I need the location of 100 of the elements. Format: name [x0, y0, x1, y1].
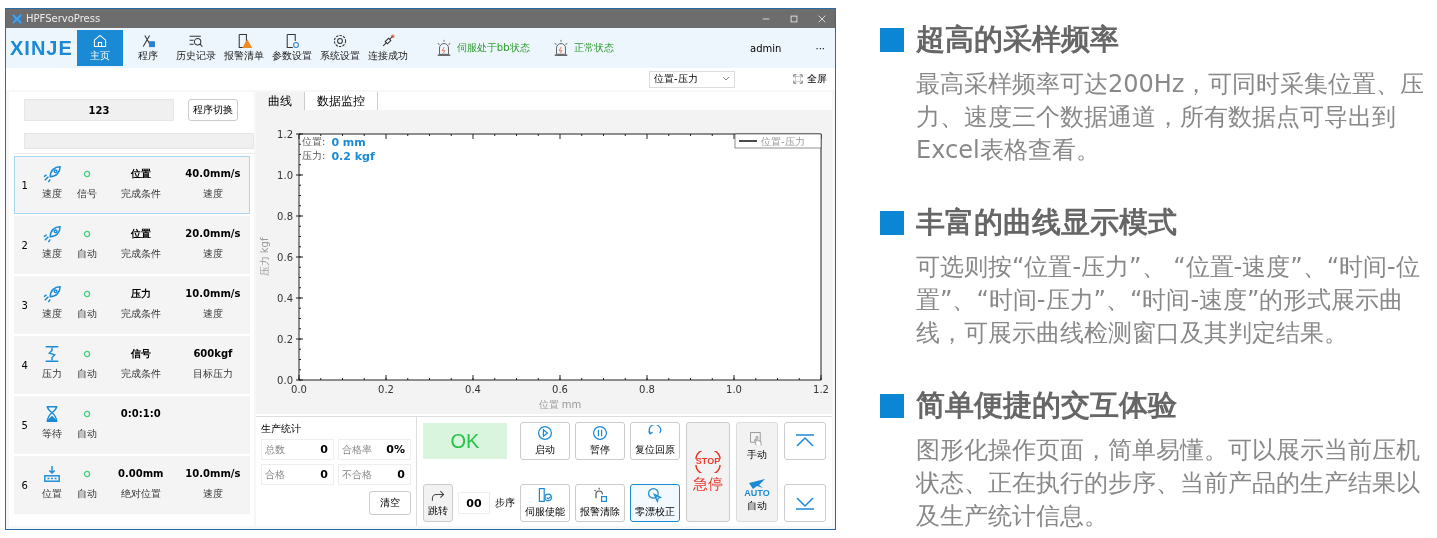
control-button[interactable]: 伺服使能: [520, 484, 570, 522]
chart-legend: 位置-压力: [734, 133, 822, 149]
step-parameter-value: 10.0mm/s: [185, 287, 241, 301]
user-name: admin: [750, 42, 782, 54]
readout-value: 0 mm: [331, 135, 366, 149]
square-bullet-icon: [880, 28, 904, 52]
fullscreen-icon[interactable]: [793, 74, 803, 84]
readout-value: 0.2 kgf: [331, 149, 375, 163]
step-number: 6: [20, 479, 29, 491]
step-type: 速度: [42, 247, 63, 261]
rocket-icon: [41, 165, 64, 183]
step-parameter-value: 40.0mm/s: [185, 167, 241, 181]
step-mode: 自动: [77, 307, 98, 321]
stat-cell: 合格 0: [261, 464, 334, 485]
scroll-bottom-button[interactable]: [784, 484, 826, 522]
step-type: 压力: [42, 367, 63, 381]
chevron-down-icon: [794, 496, 816, 510]
servo-check-icon: [537, 487, 553, 503]
step-condition-label: 完成条件: [120, 187, 161, 201]
control-button[interactable]: 暂停: [575, 422, 625, 460]
feature-description: 可选则按“位置-压力”、 “位置-速度”、“时间-位置”、“时间-压力”、“时间-速度”的形式展示曲线，可展示曲线检测窗口及其判定结果。: [916, 252, 1421, 349]
toolbar-button[interactable]: 主页: [76, 30, 123, 66]
program-switch-button[interactable]: 程序切换: [188, 99, 238, 121]
step-card[interactable]: 5 等待 自动 0:0:1:0: [14, 396, 250, 454]
jump-button[interactable]: 跳转: [423, 484, 453, 522]
step-card[interactable]: 2 速度 自动 位置 完成条件 20.0mm/s 速度: [14, 216, 250, 274]
step-condition-label: 绝对位置: [120, 487, 161, 501]
hand-touch-icon: [749, 430, 765, 447]
step-number: 1: [20, 179, 29, 191]
toolbar-button[interactable]: 系统设置: [316, 30, 363, 66]
curved-arrow-icon: [430, 488, 446, 504]
x-tick-label: 1.0: [726, 384, 742, 395]
rocket-icon: [41, 285, 64, 303]
control-button[interactable]: 复位回原: [630, 422, 680, 460]
stats-title: 生产统计: [261, 422, 302, 436]
step-condition-value: 0:0:1:0: [120, 407, 161, 421]
control-button[interactable]: 启动: [520, 422, 570, 460]
chevron-down-icon: [722, 76, 730, 82]
maximize-icon[interactable]: [789, 13, 799, 24]
stat-cell: 总数 0: [261, 439, 334, 460]
feature-description: 图形化操作页面，简单易懂。可以展示当前压机状态、正在执行的步序、当前产品的生产结果以及生产统计信息。: [916, 435, 1421, 532]
step-parameter-label: 速度: [202, 247, 223, 261]
status-dot-icon: [83, 170, 92, 178]
status-text: 伺服处于bb状态: [456, 41, 530, 55]
control-button[interactable]: 报警清除: [575, 484, 625, 522]
tab[interactable]: 曲线: [256, 92, 305, 110]
step-parameter-value: 10.0mm/s: [185, 467, 241, 481]
step-parameter-value: 20.0mm/s: [185, 227, 241, 241]
x-tick-label: 0.2: [378, 384, 394, 395]
step-card[interactable]: 4 压力 自动 信号 完成条件 600kgf 目标压力: [14, 336, 250, 394]
scroll-top-button[interactable]: [784, 422, 826, 460]
step-card[interactable]: 1 速度 信号 位置 完成条件 40.0mm/s 速度: [14, 156, 250, 214]
more-button[interactable]: ···: [815, 42, 825, 54]
stat-cell: 合格率 0%: [338, 439, 411, 460]
x-tick-label: 0.0: [291, 384, 307, 395]
y-tick-label: 1.2: [277, 129, 293, 140]
x-tick-label: 0.4: [465, 384, 481, 395]
status-dot-icon: [83, 230, 92, 238]
auto-button[interactable]: AUTO 自动: [744, 477, 770, 514]
step-card[interactable]: 6 位置 自动 0.00mm 绝对位置 10.0mm/s 速度: [14, 456, 250, 514]
manual-button[interactable]: 手动: [747, 430, 767, 462]
square-bullet-icon: [880, 211, 904, 235]
toolbar-button[interactable]: 连接成功: [364, 30, 411, 66]
x-tick-label: 1.2: [813, 384, 829, 395]
window-title: HPFServoPress: [26, 13, 101, 24]
step-field[interactable]: 00: [458, 492, 490, 514]
step-label: 步序: [495, 496, 515, 510]
close-icon[interactable]: [817, 13, 827, 24]
status-dot-icon: [83, 470, 92, 478]
status-dot-icon: [83, 410, 92, 418]
mode-dropdown[interactable]: 位置-压力: [649, 70, 735, 88]
step-mode: 自动: [77, 427, 98, 441]
fullscreen-button[interactable]: 全屏: [807, 72, 827, 86]
y-tick-label: 0.6: [277, 252, 293, 263]
toolbar-button[interactable]: 历史记录: [172, 30, 219, 66]
toolbar-button[interactable]: 报警清单: [220, 30, 267, 66]
feature-title: 超高的采样频率: [916, 21, 1119, 58]
control-button[interactable]: 零漂校正: [630, 484, 680, 522]
x-tick-label: 0.8: [639, 384, 655, 395]
step-mode: 信号: [77, 187, 98, 201]
step-mode: 自动: [77, 367, 98, 381]
step-parameter-label: 目标压力: [192, 367, 233, 381]
y-tick-label: 0.4: [277, 293, 293, 304]
step-condition-value: 压力: [130, 287, 151, 301]
x-tick-label: 0.6: [552, 384, 568, 395]
emergency-stop-button[interactable]: STOP 急停: [686, 422, 730, 522]
y-axis-title: 压力 kgf: [259, 237, 270, 277]
step-type: 位置: [42, 487, 63, 501]
chevron-up-icon: [794, 434, 816, 448]
step-condition-value: 位置: [130, 167, 151, 181]
step-card[interactable]: 3 速度 自动 压力 完成条件 10.0mm/s 速度: [14, 276, 250, 334]
toolbar-button[interactable]: 参数设置: [268, 30, 315, 66]
pause-icon: [592, 425, 608, 441]
feature-title: 丰富的曲线显示模式: [916, 204, 1177, 241]
logo: XINJE: [10, 36, 73, 60]
program-name-field[interactable]: 123: [24, 99, 174, 121]
feature-description: 最高采样频率可达200Hz，可同时采集位置、压力、速度三个数据通道，所有数据点可导出到Excel表格查看。: [916, 69, 1426, 166]
clear-button[interactable]: 清空: [369, 491, 411, 515]
toolbar-button[interactable]: 程序: [124, 30, 171, 66]
cursor-icon: [647, 487, 663, 503]
